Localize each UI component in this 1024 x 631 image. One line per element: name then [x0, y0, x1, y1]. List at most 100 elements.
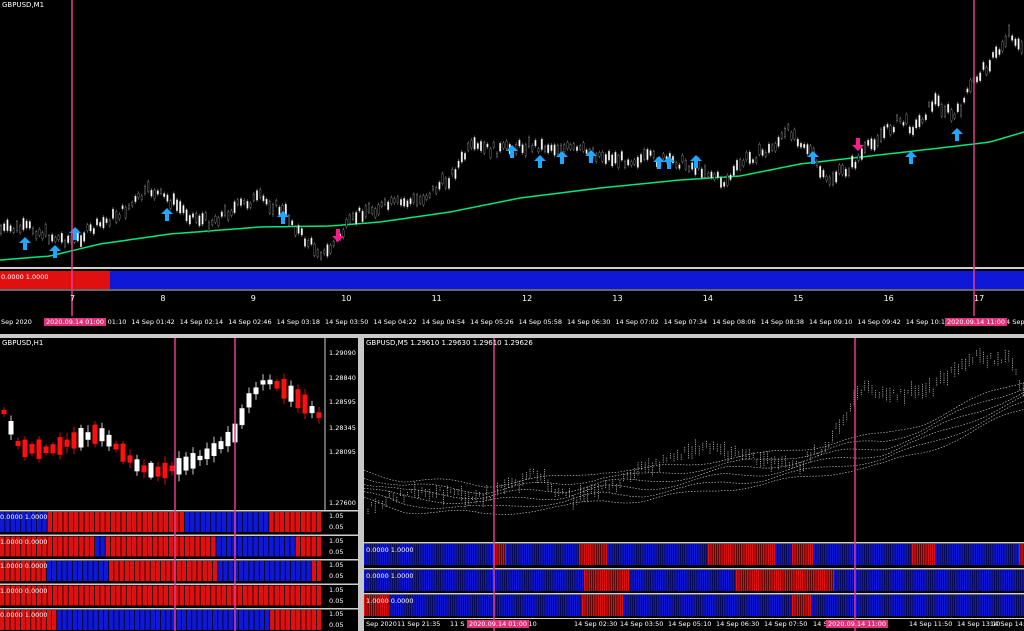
indicator-bar — [116, 536, 121, 557]
candle-body — [848, 168, 850, 176]
indicator-bar — [817, 570, 819, 591]
candle-body — [681, 154, 684, 163]
indicator-bar — [933, 570, 935, 591]
indicator-bar — [603, 570, 606, 591]
candle-body — [544, 146, 546, 152]
indicator-bar — [915, 570, 917, 591]
indicator-bar — [902, 544, 904, 565]
indicator-bar — [830, 570, 833, 591]
indicator-bar — [52, 585, 58, 606]
indicator-bar — [800, 544, 803, 565]
indicator-bar — [505, 595, 508, 616]
indicator-bar — [608, 570, 610, 591]
candle-body — [185, 209, 188, 222]
indicator-bar — [186, 561, 192, 581]
bottom-left-chart-panel[interactable]: GBPUSD,H1 1.29090 1.28840 1.28595 1.28345 1.… — [0, 338, 358, 631]
indicator-bar — [525, 544, 528, 565]
indicator-bar — [124, 561, 130, 581]
indicator-bar — [827, 595, 829, 616]
indicator-bar — [461, 595, 464, 616]
indicator-bar — [847, 595, 849, 616]
indicator-bar — [584, 570, 586, 591]
indicator-bar — [728, 570, 730, 591]
indicator-bar — [465, 570, 467, 591]
indicator-bar — [296, 561, 301, 581]
indicator-bar — [311, 561, 317, 581]
candle-body — [652, 151, 655, 158]
top-price-chart[interactable] — [0, 0, 1024, 334]
indicator-bar — [867, 595, 869, 616]
candle-body — [320, 252, 322, 260]
indicator-bar — [818, 544, 820, 565]
indicator-bar — [718, 595, 721, 616]
indicator-bar — [723, 595, 725, 616]
candle-body — [576, 146, 578, 151]
indicator-bar — [263, 585, 269, 606]
indicator-bar — [316, 585, 322, 606]
indicator-bar — [77, 561, 83, 581]
indicator-bar — [478, 544, 480, 565]
indicator-bar — [577, 570, 579, 591]
indicator-bar — [556, 595, 558, 616]
candle-body — [190, 453, 196, 469]
indicator-bar — [438, 544, 441, 565]
br-indicator-divider — [364, 593, 1024, 595]
top-highlight-time-2: 2020.09.14 11:00 — [945, 318, 1008, 326]
top-chart-panel[interactable]: GBPUSD,M1 0.0000 1.0000 7 8 9 10 11 12 13 14 15 1… — [0, 0, 1024, 334]
indicator-bar — [184, 512, 190, 532]
bl-indicator-scale-bottom: 0.05 — [329, 572, 344, 580]
candle-body — [579, 145, 582, 150]
indicator-bar — [62, 610, 67, 630]
indicator-bar — [889, 595, 891, 616]
candle-body — [790, 132, 793, 140]
indicator-bar — [971, 544, 973, 565]
candle-body — [752, 159, 754, 163]
indicator-bar — [1003, 570, 1005, 591]
indicator-bar — [803, 595, 805, 616]
indicator-bar — [269, 585, 274, 606]
indicator-bar — [88, 610, 93, 630]
indicator-bar — [908, 570, 911, 591]
indicator-bar — [616, 544, 619, 565]
indicator-bar — [992, 595, 994, 616]
cycle-label: 11 — [431, 294, 442, 303]
candle-body — [85, 432, 91, 440]
indicator-bar — [561, 544, 563, 565]
indicator-bar — [988, 570, 990, 591]
candle-body — [118, 214, 121, 220]
indicator-bar — [207, 561, 213, 581]
indicator-bar — [1017, 544, 1019, 565]
indicator-bar — [902, 570, 904, 591]
indicator-bar — [571, 595, 574, 616]
indicator-bar — [114, 610, 119, 630]
time-axis-label: 14 Sep 02:30 — [574, 620, 618, 628]
indicator-bar — [253, 585, 258, 606]
candle-body — [473, 137, 476, 150]
indicator-bar — [963, 570, 966, 591]
bottom-left-price-chart[interactable] — [0, 338, 358, 631]
bottom-right-price-chart[interactable] — [364, 338, 1024, 631]
indicator-bar — [773, 570, 775, 591]
indicator-bar — [254, 561, 259, 581]
indicator-bar — [935, 570, 937, 591]
indicator-bar — [427, 544, 430, 565]
indicator-bar — [825, 544, 827, 565]
time-axis-label: 14 Sep 03:50 — [325, 318, 369, 326]
indicator-bar — [780, 570, 782, 591]
indicator-bar — [306, 561, 311, 581]
indicator-bar — [527, 595, 530, 616]
indicator-bar — [762, 595, 765, 616]
indicator-bar — [906, 570, 909, 591]
candle-body — [105, 218, 108, 223]
indicator-bar — [306, 610, 311, 630]
indicator-bar — [244, 610, 249, 630]
bottom-right-chart-panel[interactable]: GBPUSD,M5 1.29610 1.29630 1.29610 1.2962… — [364, 338, 1024, 631]
indicator-bar — [669, 544, 672, 565]
indicator-bar — [714, 595, 716, 616]
indicator-bar — [316, 512, 322, 532]
indicator-bar — [727, 544, 730, 565]
indicator-bar — [1016, 570, 1019, 591]
candle-body — [444, 177, 447, 189]
indicator-bar — [648, 570, 651, 591]
indicator-bar — [541, 544, 543, 565]
